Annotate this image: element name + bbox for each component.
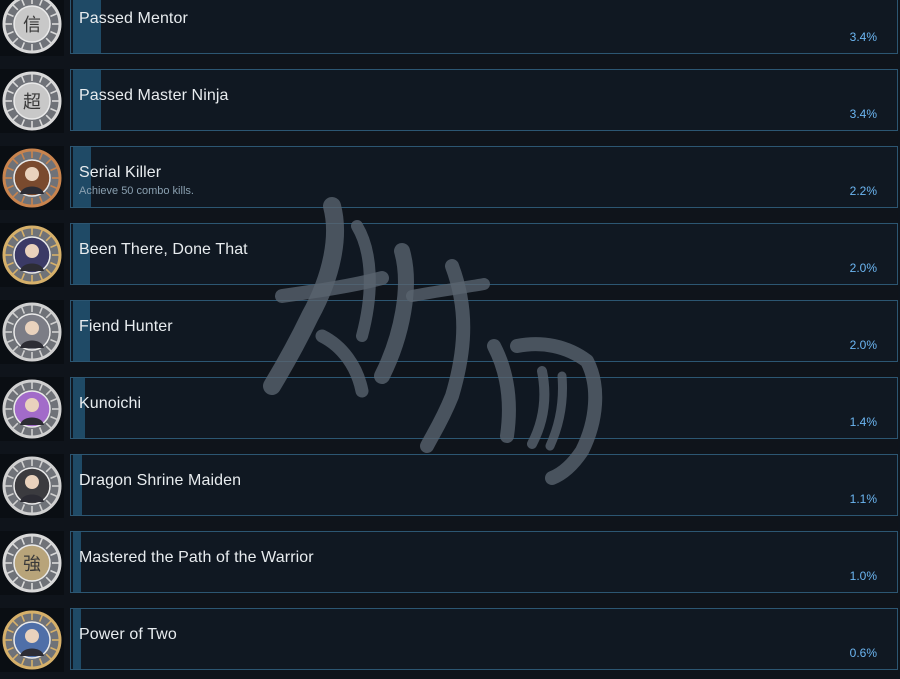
achievement-card[interactable]: Dragon Shrine Maiden 1.1% bbox=[70, 454, 898, 516]
unlock-percentage: 1.0% bbox=[849, 569, 877, 583]
achievement-row[interactable]: 強 Mastered the Path of the Warrior 1.0% bbox=[0, 525, 900, 602]
achievement-icon-frame bbox=[0, 454, 64, 518]
unlock-percentage: 0.6% bbox=[849, 646, 877, 660]
achievement-row[interactable]: Power of Two 0.6% bbox=[0, 602, 900, 679]
svg-text:強: 強 bbox=[23, 554, 41, 575]
unlock-percentage: 3.4% bbox=[849, 30, 877, 44]
shrine-maiden-medal-icon bbox=[2, 456, 62, 516]
achievement-row[interactable]: Been There, Done That 2.0% bbox=[0, 217, 900, 294]
silver-kanji-medal-icon: 信 bbox=[2, 0, 62, 54]
achievement-name: Been There, Done That bbox=[79, 241, 248, 258]
achievement-name: Fiend Hunter bbox=[79, 318, 173, 335]
unlock-percentage: 3.4% bbox=[849, 107, 877, 121]
ninja-group-medal-icon bbox=[2, 225, 62, 285]
svg-text:信: 信 bbox=[23, 15, 41, 36]
purple-hair-kunoichi-medal-icon bbox=[2, 379, 62, 439]
achievement-icon-frame bbox=[0, 377, 64, 441]
achievement-card[interactable]: Kunoichi 1.4% bbox=[70, 377, 898, 439]
achievement-row[interactable]: Kunoichi 1.4% bbox=[0, 371, 900, 448]
achievement-name: Kunoichi bbox=[79, 395, 142, 412]
achievement-icon-frame bbox=[0, 300, 64, 364]
achievement-card[interactable]: Power of Two 0.6% bbox=[70, 608, 898, 670]
blonde-warrior-medal-icon bbox=[2, 302, 62, 362]
achievement-icon-frame bbox=[0, 146, 64, 210]
achievement-row[interactable]: Dragon Shrine Maiden 1.1% bbox=[0, 448, 900, 525]
achievement-card[interactable]: Passed Master Ninja 3.4% bbox=[70, 69, 898, 131]
achievement-row[interactable]: Serial Killer Achieve 50 combo kills. 2.2% bbox=[0, 140, 900, 217]
achievement-icon-frame: 信 bbox=[0, 0, 64, 56]
gold-kanji-medal-icon: 強 bbox=[2, 533, 62, 593]
achievement-name: Dragon Shrine Maiden bbox=[79, 472, 242, 489]
achievement-card[interactable]: Mastered the Path of the Warrior 1.0% bbox=[70, 531, 898, 593]
achievement-row[interactable]: 信 Passed Mentor 3.4% bbox=[0, 0, 900, 63]
achievement-icon-frame bbox=[0, 608, 64, 672]
achievement-row[interactable]: Fiend Hunter 2.0% bbox=[0, 294, 900, 371]
achievement-name: Passed Mentor bbox=[79, 10, 188, 27]
achievement-name: Passed Master Ninja bbox=[79, 87, 229, 104]
achievement-card[interactable]: Fiend Hunter 2.0% bbox=[70, 300, 898, 362]
unlock-percentage: 2.0% bbox=[849, 261, 877, 275]
achievement-description: Achieve 50 combo kills. bbox=[79, 185, 194, 197]
achievement-card[interactable]: Serial Killer Achieve 50 combo kills. 2.2% bbox=[70, 146, 898, 208]
svg-text:超: 超 bbox=[23, 92, 41, 113]
unlock-percentage: 1.4% bbox=[849, 415, 877, 429]
duo-fighters-medal-icon bbox=[2, 610, 62, 670]
achievement-icon-frame: 強 bbox=[0, 531, 64, 595]
unlock-percentage: 2.0% bbox=[849, 338, 877, 352]
silver-kanji-medal-icon: 超 bbox=[2, 71, 62, 131]
unlock-percentage: 2.2% bbox=[849, 184, 877, 198]
achievement-card[interactable]: Passed Mentor 3.4% bbox=[70, 0, 898, 54]
achievement-card[interactable]: Been There, Done That 2.0% bbox=[70, 223, 898, 285]
achievement-icon-frame: 超 bbox=[0, 69, 64, 133]
achievement-name: Mastered the Path of the Warrior bbox=[79, 549, 314, 566]
achievement-row[interactable]: 超 Passed Master Ninja 3.4% bbox=[0, 63, 900, 140]
achievement-icon-frame bbox=[0, 223, 64, 287]
unlock-percentage: 1.1% bbox=[849, 492, 877, 506]
combo-kills-medal-icon bbox=[2, 148, 62, 208]
achievement-name: Power of Two bbox=[79, 626, 177, 643]
achievement-name: Serial Killer bbox=[79, 164, 162, 181]
